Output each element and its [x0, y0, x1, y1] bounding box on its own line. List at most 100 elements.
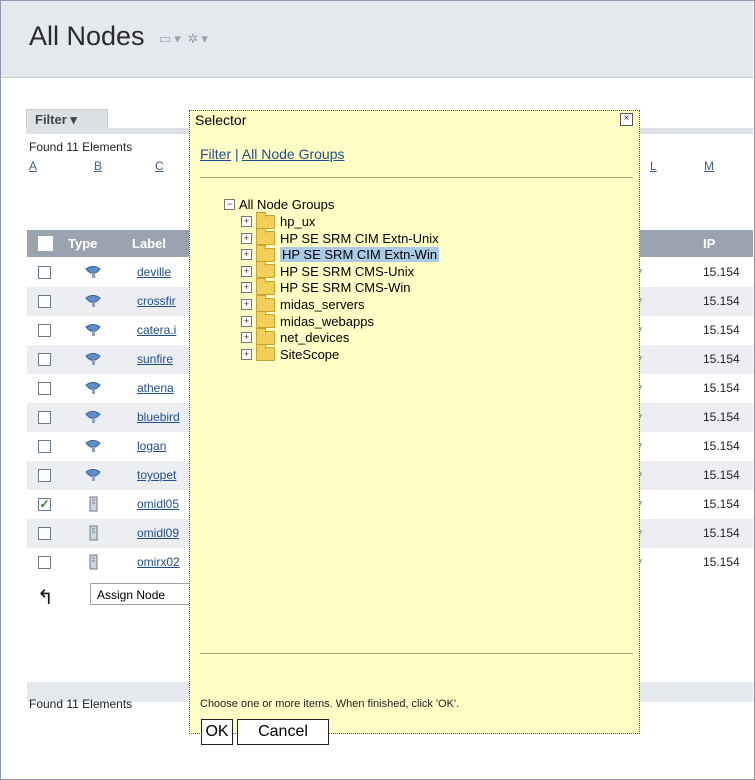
node-label-link[interactable]: bluebird — [137, 410, 180, 424]
row-checkbox[interactable]: ✓ — [38, 498, 51, 511]
alpha-link-m[interactable]: M — [704, 159, 714, 173]
ok-button[interactable]: OK — [201, 719, 233, 745]
node-ip: 15.154 — [703, 294, 740, 308]
satellite-icon — [84, 322, 102, 338]
node-ip: 15.154 — [703, 468, 740, 482]
chevron-down-icon[interactable]: ▾ — [174, 31, 181, 47]
node-label-link[interactable]: omidl05 — [137, 497, 179, 511]
row-checkbox[interactable] — [38, 556, 51, 569]
link-separator: | — [231, 146, 242, 162]
alpha-link-c[interactable]: C — [155, 159, 164, 173]
expand-icon[interactable]: + — [241, 249, 252, 261]
server-icon — [84, 496, 102, 512]
node-label-link[interactable]: omirx02 — [137, 555, 180, 569]
row-checkbox[interactable] — [38, 353, 51, 366]
folder-icon — [256, 344, 275, 362]
node-ip: 15.154 — [703, 410, 740, 424]
node-label-link[interactable]: logan — [137, 439, 166, 453]
found-count: Found 11 Elements — [29, 140, 133, 154]
expand-icon[interactable]: + — [241, 232, 252, 244]
gear-icon[interactable]: ✲ — [187, 31, 198, 47]
node-label-link[interactable]: omidl09 — [137, 526, 179, 540]
tree-node-label[interactable]: midas_webapps — [280, 314, 374, 329]
tree-node-label[interactable]: HP SE SRM CIM Extn-Unix — [280, 231, 439, 246]
chevron-down-icon[interactable]: ▾ — [201, 31, 208, 47]
cancel-button[interactable]: Cancel — [237, 719, 329, 745]
satellite-icon — [84, 409, 102, 425]
row-checkbox[interactable] — [38, 440, 51, 453]
row-checkbox[interactable] — [38, 266, 51, 279]
node-label-link[interactable]: deville — [137, 265, 171, 279]
node-ip: 15.154 — [703, 526, 740, 540]
folder-icon — [256, 261, 275, 279]
tree-node-label[interactable]: HP SE SRM CMS-Win — [280, 280, 411, 295]
col-label[interactable]: Label — [132, 236, 166, 251]
satellite-icon — [84, 380, 102, 396]
alpha-link-a[interactable]: A — [29, 159, 37, 173]
col-type[interactable]: Type — [68, 236, 97, 251]
expand-icon[interactable]: + — [241, 216, 252, 228]
expand-icon[interactable]: + — [241, 332, 252, 344]
tree-node[interactable]: + HP SE SRM CIM Extn-Unix — [241, 228, 439, 246]
tree-node-label[interactable]: HP SE SRM CIM Extn-Win — [280, 247, 440, 263]
node-ip: 15.154 — [703, 323, 740, 337]
filter-tab[interactable]: Filter ▾ — [26, 109, 108, 128]
select-all-checkbox[interactable] — [38, 236, 53, 251]
node-ip: 15.154 — [703, 555, 740, 569]
tree-node[interactable]: + hp_ux — [241, 211, 315, 229]
close-icon[interactable]: × — [620, 113, 633, 126]
tree-node[interactable]: + HP SE SRM CMS-Unix — [241, 261, 414, 279]
row-checkbox[interactable] — [38, 324, 51, 337]
node-ip: 15.154 — [703, 352, 740, 366]
node-label-link[interactable]: catera.i — [137, 323, 176, 337]
alpha-link-l[interactable]: L — [650, 159, 657, 173]
tree-node[interactable]: + HP SE SRM CMS-Win — [241, 277, 411, 295]
node-label-link[interactable]: crossfir — [137, 294, 176, 308]
expand-icon[interactable]: + — [241, 282, 252, 294]
col-ip[interactable]: IP — [703, 236, 715, 251]
tree-node[interactable]: + midas_servers — [241, 294, 365, 312]
node-label-link[interactable]: sunfire — [137, 352, 173, 366]
folder-icon — [256, 327, 275, 345]
row-checkbox[interactable] — [38, 469, 51, 482]
tree-node[interactable]: + net_devices — [241, 327, 349, 345]
row-checkbox[interactable] — [38, 382, 51, 395]
all-node-groups-link[interactable]: All Node Groups — [242, 146, 345, 162]
filter-link[interactable]: Filter — [200, 146, 231, 162]
tree-root[interactable]: − All Node Groups — [224, 196, 334, 212]
node-label-link[interactable]: athena — [137, 381, 174, 395]
row-checkbox[interactable] — [38, 411, 51, 424]
server-icon — [84, 525, 102, 541]
tree-node-label[interactable]: hp_ux — [280, 214, 315, 229]
tree-node[interactable]: + HP SE SRM CIM Extn-Win — [241, 244, 440, 263]
row-checkbox[interactable] — [38, 295, 51, 308]
tree-node[interactable]: + midas_webapps — [241, 311, 374, 329]
expand-icon[interactable]: + — [241, 265, 252, 277]
window-icon[interactable]: ▭ — [159, 31, 171, 47]
tree-node-label[interactable]: net_devices — [280, 330, 349, 345]
tree-node-label[interactable]: HP SE SRM CMS-Unix — [280, 264, 414, 279]
node-ip: 15.154 — [703, 265, 740, 279]
node-label-link[interactable]: toyopet — [137, 468, 176, 482]
tree-node-label[interactable]: SiteScope — [280, 347, 339, 362]
tree-node[interactable]: + SiteScope — [241, 344, 339, 362]
node-ip: 15.154 — [703, 439, 740, 453]
instruction-text: Choose one or more items. When finished,… — [200, 698, 460, 710]
satellite-icon — [84, 467, 102, 483]
dialog-breadcrumb: Filter | All Node Groups — [200, 146, 345, 162]
alpha-link-b[interactable]: B — [94, 159, 102, 173]
node-ip: 15.154 — [703, 381, 740, 395]
dialog-title: Selector — [195, 112, 247, 128]
expand-icon[interactable]: + — [241, 348, 252, 360]
expand-icon[interactable]: + — [241, 315, 252, 327]
collapse-icon[interactable]: − — [224, 199, 235, 211]
satellite-icon — [84, 438, 102, 454]
expand-icon[interactable]: + — [241, 299, 252, 311]
tree-node-label[interactable]: midas_servers — [280, 297, 365, 312]
folder-icon — [256, 244, 275, 262]
server-icon — [84, 554, 102, 570]
row-checkbox[interactable] — [38, 527, 51, 540]
tree-root-label[interactable]: All Node Groups — [239, 197, 334, 212]
page-header: All Nodes ▭ ▾ ✲ ▾ — [1, 1, 753, 78]
footer-found-count: Found 11 Elements — [29, 697, 133, 711]
